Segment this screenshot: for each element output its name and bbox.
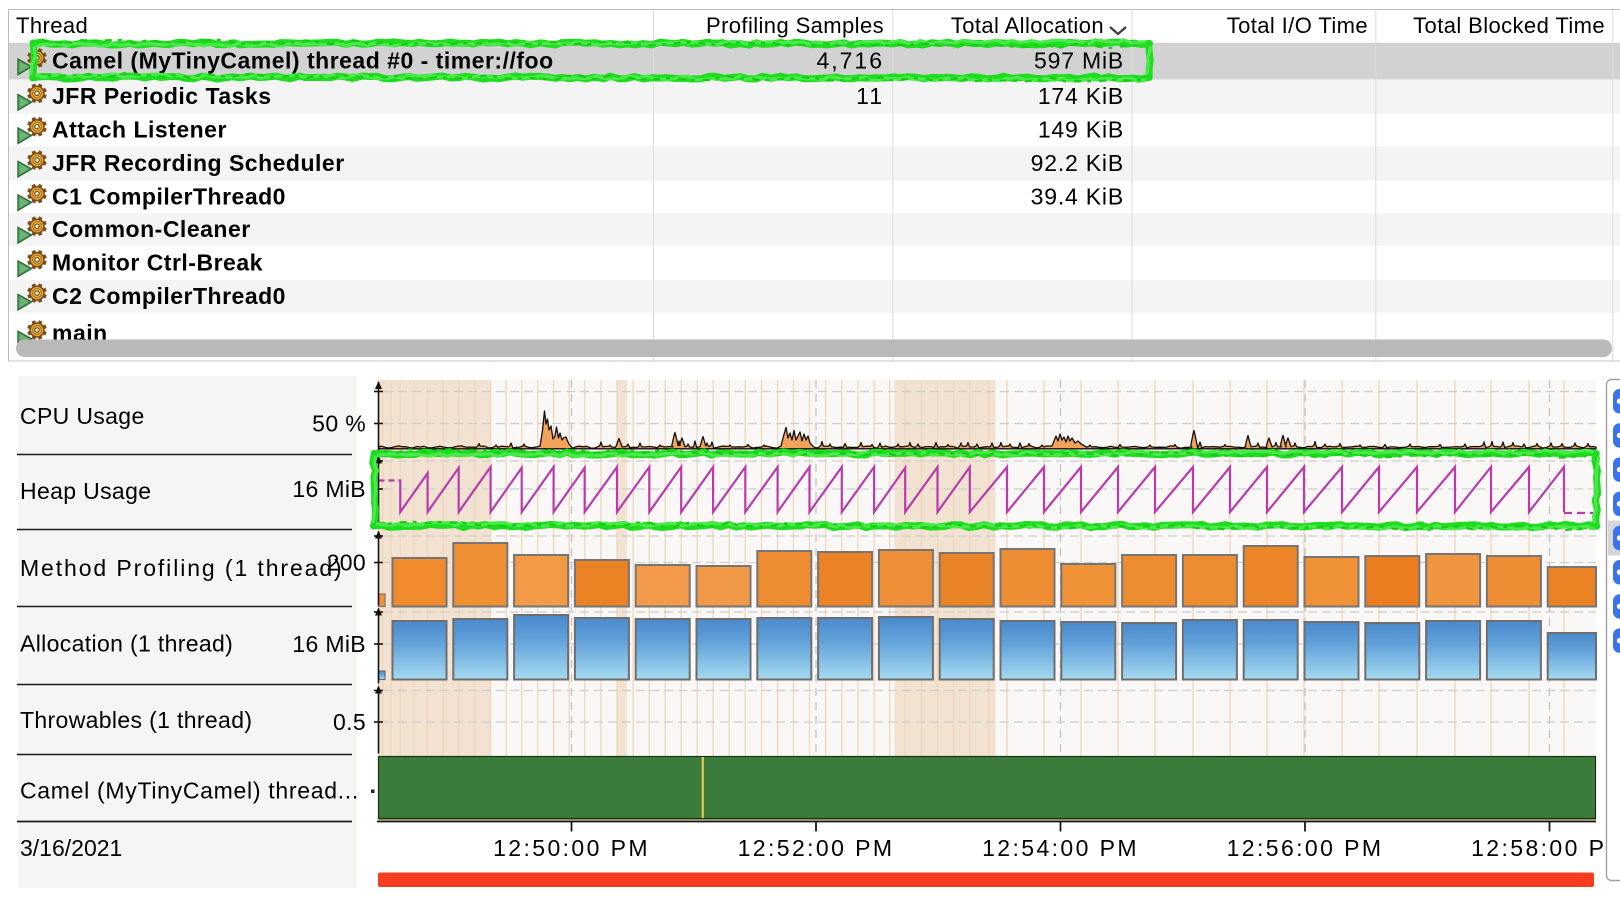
- svg-text:Attach Listener: Attach Listener: [52, 117, 227, 143]
- svg-text:Thread: Thread: [16, 13, 88, 38]
- svg-text:174 KiB: 174 KiB: [1038, 83, 1124, 109]
- svg-text:Camel (MyTinyCamel) thread...: Camel (MyTinyCamel) thread...: [20, 778, 359, 804]
- svg-text:C1 CompilerThread0: C1 CompilerThread0: [52, 183, 286, 209]
- svg-text:JFR Periodic Tasks: JFR Periodic Tasks: [52, 83, 272, 109]
- svg-text:3/16/2021: 3/16/2021: [20, 835, 122, 861]
- svg-text:Common-Cleaner: Common-Cleaner: [52, 216, 251, 242]
- svg-text:CPU Usage: CPU Usage: [20, 403, 145, 429]
- svg-text:597 MiB: 597 MiB: [1034, 48, 1124, 74]
- svg-text:12:50:00 PM: 12:50:00 PM: [493, 835, 650, 861]
- svg-text:Method Profiling (1 thread): Method Profiling (1 thread): [20, 555, 344, 581]
- svg-text:50 %: 50 %: [312, 411, 366, 437]
- svg-text:Heap Usage: Heap Usage: [20, 478, 151, 504]
- svg-text:4,716: 4,716: [816, 48, 884, 74]
- svg-text:Throwables (1 thread): Throwables (1 thread): [20, 707, 252, 733]
- svg-text:Allocation (1 thread): Allocation (1 thread): [20, 631, 233, 657]
- svg-text:16 MiB: 16 MiB: [292, 476, 366, 502]
- svg-text:149 KiB: 149 KiB: [1038, 117, 1124, 143]
- svg-text:39.4 KiB: 39.4 KiB: [1031, 183, 1124, 209]
- svg-text:Total Blocked Time: Total Blocked Time: [1413, 13, 1605, 38]
- svg-text:16 MiB: 16 MiB: [292, 631, 366, 657]
- svg-text:12:56:00 PM: 12:56:00 PM: [1227, 835, 1384, 861]
- svg-text:12:54:00 PM: 12:54:00 PM: [982, 835, 1139, 861]
- svg-text:Camel (MyTinyCamel) thread #0: Camel (MyTinyCamel) thread #0 - timer://…: [52, 48, 554, 74]
- svg-text:JFR Recording Scheduler: JFR Recording Scheduler: [52, 150, 345, 176]
- svg-text:Monitor Ctrl-Break: Monitor Ctrl-Break: [52, 250, 263, 276]
- svg-text:Total I/O Time: Total I/O Time: [1227, 13, 1368, 38]
- svg-text:Profiling Samples: Profiling Samples: [706, 13, 884, 38]
- svg-text:0.5: 0.5: [333, 709, 366, 735]
- svg-text:12:58:00 PM: 12:58:00 PM: [1471, 835, 1620, 861]
- svg-text:200: 200: [327, 550, 366, 576]
- svg-text:11: 11: [856, 83, 884, 109]
- svg-text:C2 CompilerThread0: C2 CompilerThread0: [52, 283, 286, 309]
- svg-text:92.2 KiB: 92.2 KiB: [1031, 150, 1124, 176]
- svg-text:12:52:00 PM: 12:52:00 PM: [738, 835, 895, 861]
- svg-text:Total Allocation: Total Allocation: [951, 13, 1104, 38]
